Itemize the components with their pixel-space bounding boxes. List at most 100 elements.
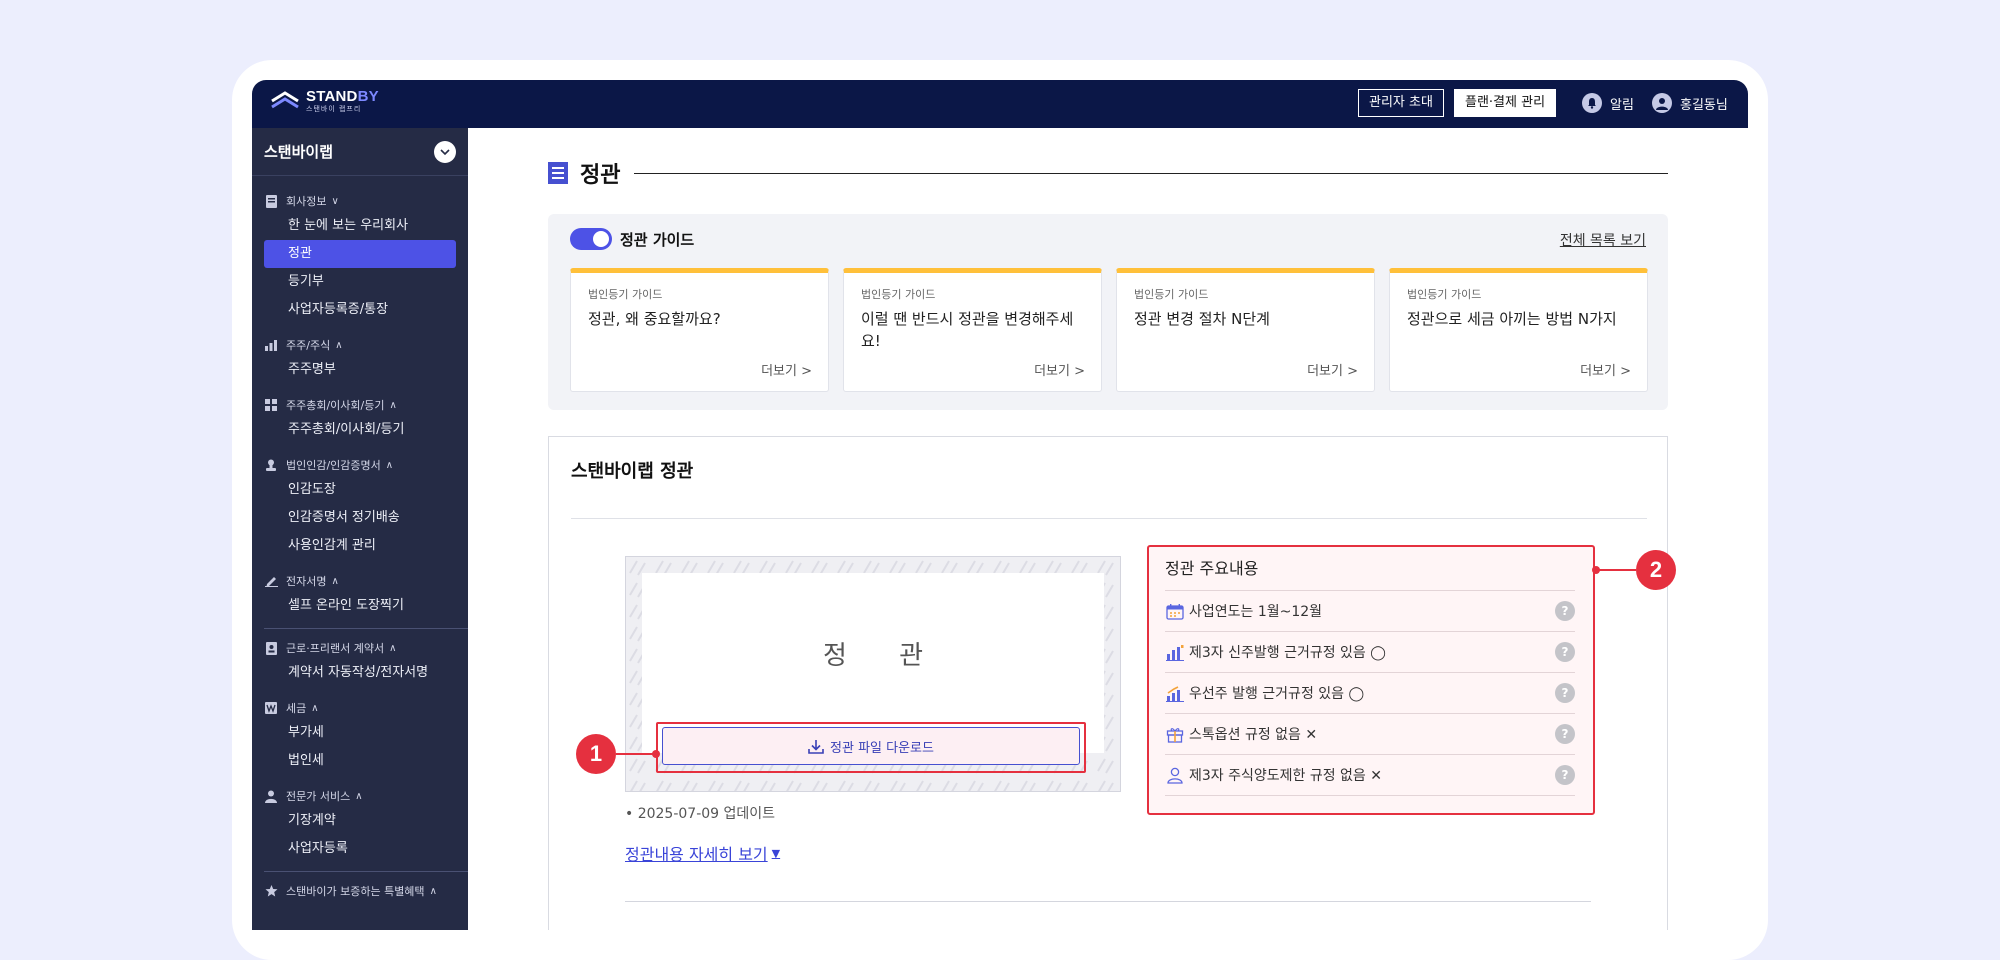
chevron-icon: ∧ (389, 642, 397, 654)
document-label: 정 관 (822, 641, 946, 671)
annotation-marker-2: 2 (1636, 550, 1676, 590)
guide-card-list: 법인등기 가이드 정관, 왜 중요할까요? 더보기 > 법인등기 가이드 이럴 … (570, 268, 1648, 392)
summary-row: 스톡옵션 규정 없음 ✕ ? (1165, 714, 1575, 755)
sidebar-item-seal[interactable]: 인감도장 (264, 476, 456, 504)
plan-billing-button[interactable]: 플랜·결제 관리 (1454, 89, 1557, 117)
sidebar-item-bookkeeping[interactable]: 기장계약 (264, 807, 456, 835)
summary-row: 제3자 신주발행 근거규정 있음 ◯ ? (1165, 632, 1575, 673)
app-window: STANDBY 스탠바이 랩프리 관리자 초대 플랜·결제 관리 알림 홍길동님… (252, 80, 1748, 930)
chevron-icon: ∨ (331, 195, 339, 207)
sidebar-group-shareholders[interactable]: 주주/주식 ∧ (264, 334, 456, 356)
card-more-link[interactable]: 더보기 > (761, 360, 812, 379)
document-icon (264, 194, 278, 208)
sidebar-item-business-registration[interactable]: 사업자등록 (264, 835, 456, 863)
stamp-icon (264, 458, 278, 472)
sidebar-group-tax[interactable]: 세금 ∧ (264, 697, 456, 719)
guide-card[interactable]: 법인등기 가이드 이럴 땐 반드시 정관을 변경해주세요! 더보기 > (843, 268, 1102, 392)
card-more-link[interactable]: 더보기 > (1307, 360, 1358, 379)
view-detail-link[interactable]: 정관내용 자세히 보기 ▼ (625, 841, 780, 865)
summary-text: 제3자 주식양도제한 규정 없음 ✕ (1189, 768, 1382, 784)
help-icon[interactable]: ? (1555, 765, 1575, 785)
help-icon[interactable]: ? (1555, 724, 1575, 744)
bar-chart-icon (1165, 642, 1185, 662)
marker-2-dot (1592, 566, 1600, 574)
grid-icon (264, 398, 278, 412)
sidebar-divider (264, 628, 468, 629)
chevron-icon: ∧ (389, 399, 397, 411)
card-title: 정관, 왜 중요할까요? (588, 310, 721, 328)
user-name: 홍길동님 (1680, 97, 1728, 113)
card-title: 정관으로 세금 아끼는 방법 N가지 (1407, 310, 1617, 328)
alarm-button[interactable]: 알림 (1582, 93, 1634, 113)
panel-divider (571, 518, 1647, 519)
sidebar-item-contract-auto[interactable]: 계약서 자동작성/전자서명 (264, 659, 456, 687)
help-icon[interactable]: ? (1555, 683, 1575, 703)
update-date: • 2025-07-09 업데이트 (625, 806, 776, 822)
card-more-link[interactable]: 더보기 > (1580, 360, 1631, 379)
sidebar-item-vat[interactable]: 부가세 (264, 719, 456, 747)
person-tie-icon (264, 789, 278, 803)
guide-card[interactable]: 법인등기 가이드 정관, 왜 중요할까요? 더보기 > (570, 268, 829, 392)
help-icon[interactable]: ? (1555, 642, 1575, 662)
sidebar-item-self-stamp[interactable]: 셀프 온라인 도장찍기 (264, 592, 456, 620)
sidebar-item-shareholder-registry[interactable]: 주주명부 (264, 356, 456, 384)
sidebar-item-seal-management[interactable]: 사용인감계 관리 (264, 532, 456, 560)
view-all-link[interactable]: 전체 목록 보기 (1560, 230, 1646, 250)
user-avatar-icon (1652, 93, 1672, 113)
logo-mark-icon (270, 90, 300, 112)
marker-1-leader-line (616, 753, 656, 755)
won-icon (264, 701, 278, 715)
summary-title: 정관 주요내용 (1165, 547, 1575, 591)
section-divider (625, 901, 1591, 902)
standby-logo[interactable]: STANDBY 스탠바이 랩프리 (270, 89, 379, 113)
sidebar-item-articles[interactable]: 정관 (264, 240, 456, 268)
invite-admin-button[interactable]: 관리자 초대 (1358, 89, 1444, 117)
star-icon (264, 884, 278, 898)
guide-toggle[interactable] (570, 228, 612, 250)
logo-text: STANDBY (306, 88, 379, 105)
card-title: 이럴 땐 반드시 정관을 변경해주세요! (861, 310, 1074, 350)
calendar-icon (1165, 601, 1185, 621)
summary-text: 스톡옵션 규정 없음 ✕ (1189, 727, 1318, 743)
company-selector[interactable]: 스탠바이랩 (252, 128, 468, 176)
articles-panel: 스탠바이랩 정관 정 관 정관 파일 다운로드 • 2025-07-09 업데이… (548, 436, 1668, 930)
marker-1-dot (652, 750, 660, 758)
document-list-icon (548, 162, 568, 184)
sidebar-group-meetings[interactable]: 주주총회/이사회/등기 ∧ (264, 394, 456, 416)
card-title: 정관 변경 절차 N단계 (1134, 310, 1270, 328)
annotation-marker-1: 1 (576, 734, 616, 774)
sidebar-group-company-info[interactable]: 회사정보 ∨ (264, 190, 456, 212)
sidebar-item-business-license[interactable]: 사업자등록증/통장 (264, 296, 456, 324)
page-title: 정관 (580, 163, 621, 188)
card-more-link[interactable]: 더보기 > (1034, 360, 1085, 379)
sidebar-item-registry[interactable]: 등기부 (264, 268, 456, 296)
articles-guide-section: 정관 가이드 전체 목록 보기 법인등기 가이드 정관, 왜 중요할까요? 더보… (548, 214, 1668, 410)
sidebar-group-seal[interactable]: 법인인감/인감증명서 ∧ (264, 454, 456, 476)
guide-card[interactable]: 법인등기 가이드 정관 변경 절차 N단계 더보기 > (1116, 268, 1375, 392)
id-card-icon (264, 641, 278, 655)
alarm-label: 알림 (1610, 97, 1634, 113)
help-icon[interactable]: ? (1555, 601, 1575, 621)
user-menu[interactable]: 홍길동님 (1652, 93, 1728, 113)
bar-chart-icon (264, 338, 278, 352)
summary-text: 우선주 발행 근거규정 있음 ◯ (1189, 686, 1365, 702)
sidebar-item-company-overview[interactable]: 한 눈에 보는 우리회사 (264, 212, 456, 240)
guide-card[interactable]: 법인등기 가이드 정관으로 세금 아끼는 방법 N가지 더보기 > (1389, 268, 1648, 392)
chevron-down-icon[interactable] (434, 140, 456, 163)
summary-text: 제3자 신주발행 근거규정 있음 ◯ (1189, 645, 1386, 661)
card-tag: 법인등기 가이드 (861, 288, 936, 301)
chevron-icon: ∧ (385, 459, 394, 471)
sidebar-item-seal-certificate[interactable]: 인감증명서 정기배송 (264, 504, 456, 532)
title-divider (634, 172, 1668, 174)
page-header: 정관 (548, 158, 1668, 188)
bar-chart-up-icon (1165, 683, 1185, 703)
sidebar-group-esign[interactable]: 전자서명 ∧ (264, 570, 456, 592)
summary-row: 우선주 발행 근거규정 있음 ◯ ? (1165, 673, 1575, 714)
main-content: 정관 정관 가이드 전체 목록 보기 법인등기 가이드 정관, 왜 중요할까요?… (468, 128, 1748, 930)
sidebar-item-corporate-tax[interactable]: 법인세 (264, 747, 456, 775)
sidebar-group-contracts[interactable]: 근로·프리랜서 계약서 ∧ (264, 637, 456, 659)
chevron-icon: ∧ (429, 885, 437, 897)
sidebar-group-expert[interactable]: 전문가 서비스 ∧ (264, 785, 456, 807)
sidebar-group-benefits[interactable]: 스탠바이가 보증하는 특별혜택 ∧ (264, 880, 456, 902)
sidebar-item-meetings[interactable]: 주주총회/이사회/등기 (264, 416, 456, 444)
